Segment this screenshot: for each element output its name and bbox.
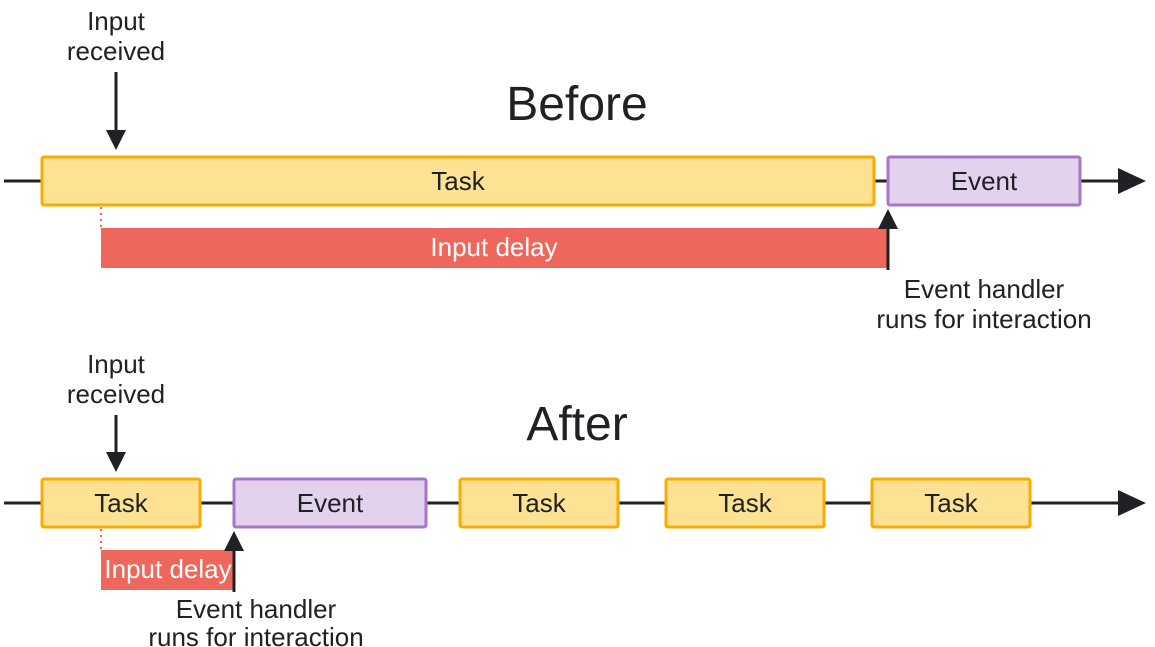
before-handler-l1: Event handler [904, 274, 1065, 304]
arrowhead-up-icon [224, 531, 244, 551]
after-handler-l2: runs for interaction [148, 622, 363, 647]
before-input-received-line1: Input [87, 6, 146, 36]
before-task-label: Task [431, 166, 485, 196]
before-event-label: Event [951, 166, 1018, 196]
arrowhead-right-icon [1118, 490, 1146, 516]
arrowhead-right-icon [1118, 168, 1146, 194]
after-task-label-1: Task [94, 488, 148, 518]
heading-before: Before [506, 78, 647, 131]
arrowhead-icon [106, 130, 126, 150]
after-input-received-line1: Input [87, 349, 146, 379]
after-task-label-4: Task [924, 488, 978, 518]
after-task-label-3: Task [718, 488, 772, 518]
before-input-received-line2: received [67, 36, 165, 66]
before-input-delay-label: Input delay [430, 232, 557, 262]
after-task-label-2: Task [512, 488, 566, 518]
after-input-delay-label: Input delay [104, 554, 231, 584]
arrowhead-up-icon [878, 209, 898, 229]
before-handler-l2: runs for interaction [876, 304, 1091, 334]
after-handler-l1: Event handler [176, 594, 337, 624]
arrowhead-icon [106, 452, 126, 472]
after-input-received-line2: received [67, 379, 165, 409]
after-event-label: Event [297, 488, 364, 518]
diagram: Before Input received Task Event Input d… [0, 0, 1155, 647]
heading-after: After [526, 398, 627, 451]
